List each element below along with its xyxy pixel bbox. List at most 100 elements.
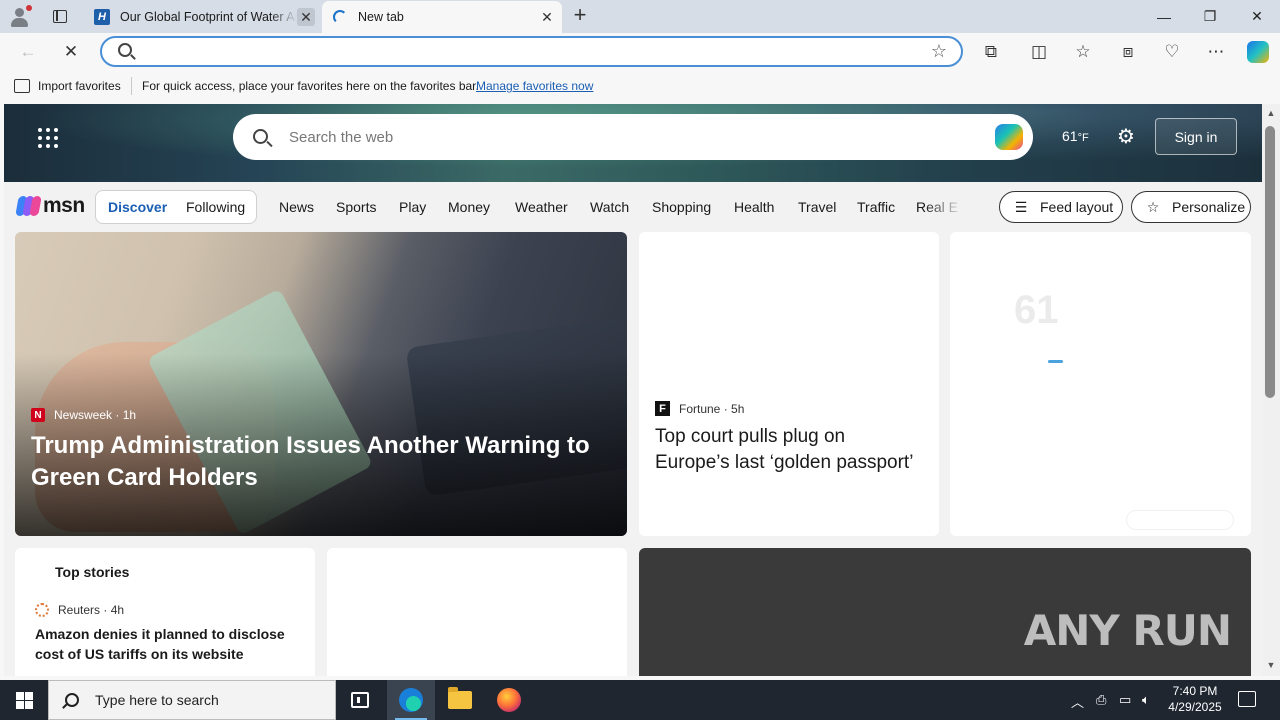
volume-icon[interactable]: 🔈︎	[1142, 692, 1150, 708]
more-menu-icon[interactable]: ⋯	[1201, 37, 1231, 67]
taskbar-search-input[interactable]: Type here to search	[95, 692, 219, 708]
source-name: Newsweek	[54, 408, 113, 422]
notifications-icon[interactable]	[1238, 691, 1256, 707]
apps-launcher-icon[interactable]	[38, 128, 58, 148]
copilot-search-icon[interactable]	[995, 124, 1023, 150]
nav-traffic[interactable]: Traffic	[857, 199, 895, 215]
page-scrollbar[interactable]: ▲ ▼	[1262, 104, 1280, 676]
new-tab-button[interactable]: +	[568, 4, 592, 28]
scroll-up-icon[interactable]: ▲	[1265, 108, 1277, 120]
source-age: 4h	[110, 603, 125, 617]
manage-favorites-link[interactable]: Manage favorites now	[476, 79, 593, 93]
card-headline[interactable]: Trump Administration Issues Another Warn…	[31, 430, 611, 494]
feed-layout-label: Feed layout	[1040, 199, 1114, 215]
personalize-button[interactable]: ☆ Personalize	[1131, 191, 1251, 223]
favorites-icon[interactable]: ☆	[1068, 37, 1098, 67]
tab-title: Our Global Footprint of Water Ar	[120, 10, 297, 24]
card-source: F Fortune · 5h	[655, 401, 744, 416]
nav-travel[interactable]: Travel	[798, 199, 836, 215]
tab-actions-icon[interactable]	[48, 7, 72, 27]
tab-favicon: H	[94, 9, 110, 25]
tab-following[interactable]: Following	[186, 199, 245, 215]
search-icon	[65, 693, 79, 707]
hero-news-card[interactable]: N Newsweek · 1h Trump Administration Iss…	[15, 232, 627, 536]
windows-taskbar: Type here to search ︿ ⎙ ▭ 🔈︎ 7:40 PM 4/2…	[0, 680, 1280, 720]
fortune-news-card[interactable]: F Fortune · 5h Top court pulls plug on E…	[639, 232, 939, 536]
web-search-box[interactable]: Search the web	[233, 114, 1033, 160]
import-favorites-button[interactable]: Import favorites	[38, 79, 121, 93]
split-screen-icon[interactable]: ◫	[1024, 37, 1054, 67]
source-age: 5h	[731, 401, 745, 416]
nav-weather[interactable]: Weather	[515, 199, 568, 215]
msn-logo[interactable]: msn	[15, 194, 85, 218]
card-source: Reuters · 4h	[35, 603, 124, 617]
task-view-button[interactable]	[336, 680, 384, 720]
scrollbar-thumb[interactable]	[1265, 126, 1275, 398]
search-icon	[253, 129, 268, 144]
address-bar[interactable]: ☆	[100, 36, 963, 67]
card-source: N Newsweek · 1h	[31, 408, 136, 422]
taskbar-search-box[interactable]: Type here to search	[48, 680, 336, 720]
minimize-button[interactable]: —	[1141, 0, 1187, 33]
close-window-button[interactable]: ✕	[1234, 0, 1280, 33]
import-favorites-icon[interactable]	[14, 79, 30, 93]
tab-new-tab[interactable]: New tab ✕	[322, 1, 562, 33]
windows-logo-icon	[15, 691, 33, 709]
tab-discover[interactable]: Discover	[108, 199, 167, 215]
loading-indicator	[1048, 360, 1063, 363]
show-hidden-icons[interactable]: ︿	[1071, 692, 1084, 711]
nav-shopping[interactable]: Shopping	[652, 199, 711, 215]
msn-logo-icon	[15, 195, 42, 217]
weather-widget[interactable]: 61°F	[1062, 128, 1089, 144]
browser-toolbar: ← ✕ ☆ ⧉ ◫ ☆ ⧈ ♡ ⋯	[0, 33, 1280, 71]
sign-in-button[interactable]: Sign in	[1155, 118, 1237, 155]
clock-time: 7:40 PM	[1172, 684, 1218, 698]
nav-health[interactable]: Health	[734, 199, 774, 215]
restore-button[interactable]: ❐	[1187, 0, 1233, 33]
nav-news[interactable]: News	[279, 199, 314, 215]
story-headline[interactable]: Amazon denies it planned to disclose cos…	[35, 624, 295, 664]
profile-icon[interactable]	[8, 5, 32, 29]
scroll-down-icon[interactable]: ▼	[1265, 660, 1277, 672]
browser-essentials-icon[interactable]: ♡	[1157, 37, 1187, 67]
system-clock[interactable]: 7:40 PM 4/29/2025	[1162, 683, 1228, 715]
feed-layout-button[interactable]: ☰ Feed layout	[999, 191, 1123, 223]
copilot-icon[interactable]	[1243, 37, 1273, 67]
feed-tabs: Discover Following	[95, 190, 257, 224]
close-tab-icon[interactable]: ✕	[538, 8, 556, 26]
nav-money[interactable]: Money	[448, 199, 490, 215]
start-button[interactable]	[0, 680, 48, 720]
tab-water-footprint[interactable]: H Our Global Footprint of Water Ar ✕	[84, 1, 321, 33]
reuters-logo-icon	[35, 603, 49, 617]
weather-temp-placeholder: 61	[1014, 288, 1059, 332]
divider	[131, 77, 132, 95]
collections-icon[interactable]: ⧈	[1113, 37, 1143, 67]
device-icon[interactable]: ⎙	[1096, 692, 1106, 708]
edge-icon	[399, 688, 423, 712]
stop-loading-button[interactable]: ✕	[56, 37, 86, 67]
taskbar-edge[interactable]	[387, 680, 435, 720]
fortune-logo-icon: F	[655, 401, 670, 416]
empty-card	[327, 548, 627, 676]
card-headline[interactable]: Top court pulls plug on Europe’s last ‘g…	[655, 424, 915, 476]
weather-card[interactable]: 61	[950, 232, 1251, 536]
web-search-input[interactable]: Search the web	[289, 129, 393, 146]
taskbar-firefox[interactable]	[485, 680, 533, 720]
skeleton-button	[1126, 510, 1234, 530]
msn-nav-row: msn Discover Following News Sports Play …	[4, 182, 1262, 230]
newsweek-logo-icon: N	[31, 408, 45, 422]
nav-watch[interactable]: Watch	[590, 199, 629, 215]
back-button[interactable]: ←	[13, 37, 43, 67]
favorite-star-icon[interactable]: ☆	[931, 41, 947, 62]
video-card[interactable]: ANY RUN	[639, 548, 1251, 676]
taskbar-file-explorer[interactable]	[436, 680, 484, 720]
close-tab-icon[interactable]: ✕	[297, 8, 315, 26]
sparkle-star-icon: ☆	[1146, 198, 1160, 215]
network-icon[interactable]: ▭	[1119, 692, 1131, 708]
settings-gear-icon[interactable]: ⚙	[1115, 126, 1137, 148]
nav-sports[interactable]: Sports	[336, 199, 376, 215]
nav-play[interactable]: Play	[399, 199, 426, 215]
nav-fade	[924, 190, 964, 224]
extensions-icon[interactable]: ⧉	[976, 37, 1006, 67]
tab-title: New tab	[358, 10, 404, 24]
